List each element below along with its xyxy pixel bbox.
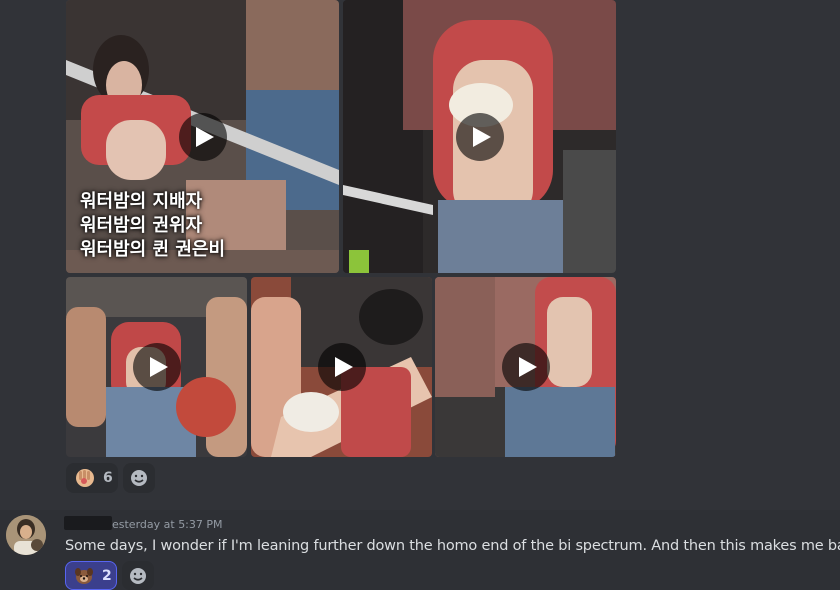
caption-line: 워터밤의 퀸 권은비 [80, 239, 226, 260]
avatar-image [6, 515, 46, 555]
media-video-4[interactable] [251, 277, 432, 457]
message-content: Some days, I wonder if I'm leaning furth… [65, 538, 840, 554]
avatar[interactable] [6, 515, 46, 555]
add-reaction-button[interactable] [123, 463, 155, 493]
author-name-redacted[interactable] [64, 516, 112, 530]
play-button[interactable] [132, 343, 181, 391]
media-video-2[interactable] [343, 0, 616, 273]
media-video-5[interactable] [435, 277, 616, 457]
play-icon [519, 357, 537, 377]
smiley-icon [131, 470, 147, 486]
caption-line: 워터밤의 지배자 [80, 191, 203, 212]
play-icon [196, 126, 214, 147]
add-reaction-button[interactable] [122, 561, 154, 590]
raised-hand-emoji-icon [76, 469, 94, 487]
chat-scroller: 워터밤의 지배자 워터밤의 권위자 워터밤의 퀸 권은비 6 esterday … [0, 0, 840, 590]
caption-line: 워터밤의 권위자 [80, 215, 203, 236]
play-button[interactable] [317, 343, 366, 391]
play-icon [335, 357, 353, 377]
dog-face-emoji-icon [75, 567, 93, 584]
video-caption: 워터밤의 지배자 워터밤의 권위자 워터밤의 퀸 권은비 [80, 190, 225, 262]
reaction-pill[interactable]: 6 [66, 463, 118, 493]
smiley-icon [130, 567, 146, 584]
media-video-1[interactable]: 워터밤의 지배자 워터밤의 권위자 워터밤의 퀸 권은비 [66, 0, 339, 273]
play-button[interactable] [178, 112, 227, 161]
play-icon [150, 357, 168, 377]
play-icon [473, 126, 491, 147]
media-video-3[interactable] [66, 277, 247, 457]
message-timestamp[interactable]: esterday at 5:37 PM [112, 518, 223, 531]
reaction-count: 6 [103, 470, 113, 486]
play-button[interactable] [455, 112, 504, 161]
reaction-count: 2 [102, 567, 112, 584]
reaction-pill-selected[interactable]: 2 [65, 561, 117, 590]
play-button[interactable] [501, 343, 550, 391]
